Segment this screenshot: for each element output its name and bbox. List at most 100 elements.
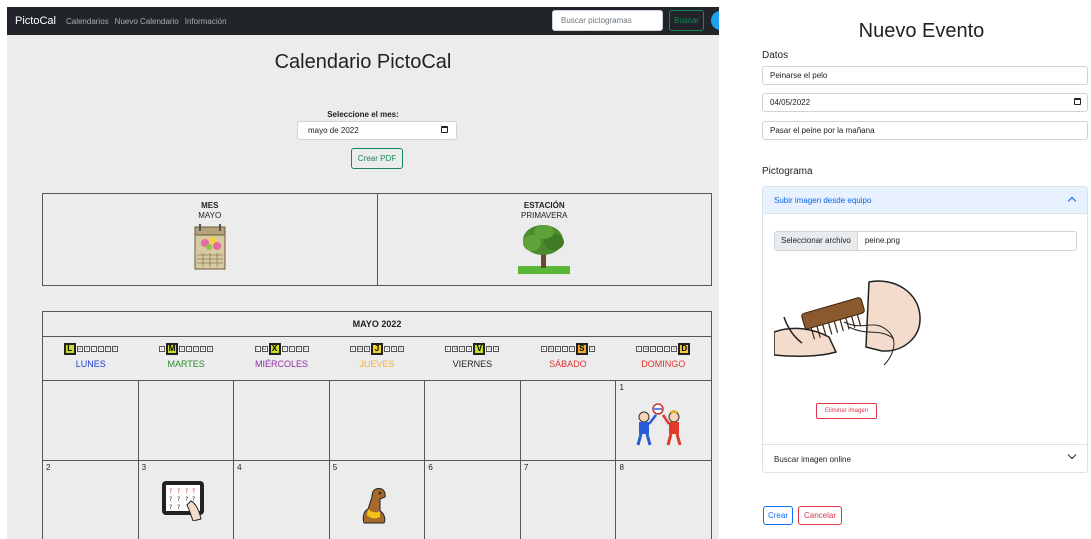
comb-hair-icon (774, 280, 921, 366)
calendar-icon[interactable] (441, 126, 448, 133)
weekday-letter: M (166, 343, 179, 355)
season-header: ESTACIÓN (523, 201, 565, 210)
calendar-flowers-icon (194, 224, 226, 270)
brand-logo[interactable]: PictoCal (15, 15, 56, 27)
svg-text:?: ? (177, 496, 180, 503)
avatar[interactable]: F (711, 11, 719, 30)
calendar-day-cell[interactable]: 1 (615, 381, 711, 460)
datos-label: Datos (762, 50, 789, 61)
nav-link-nuevo-calendario[interactable]: Nuevo Calendario (115, 17, 179, 26)
calendar-day-cell[interactable]: 7 (519, 461, 616, 539)
weekday-letter: J (466, 346, 473, 352)
weekday-letter: D (207, 346, 214, 352)
screen: PictoCal Calendarios Nuevo Calendario In… (0, 0, 1091, 539)
svg-text:?: ? (185, 496, 188, 503)
calendar-day-cell[interactable]: 3?????????? (137, 461, 234, 539)
weekday-letter: D (397, 346, 404, 352)
event-pictogram[interactable]: ?????????? (161, 479, 209, 526)
weekday-name: JUEVES (359, 359, 395, 369)
event-date-field[interactable]: 04/05/2022 (762, 93, 1088, 112)
new-event-panel: Nuevo Evento Datos Peinarse el pelo 04/0… (752, 0, 1091, 539)
month-picker-value: mayo de 2022 (308, 126, 359, 135)
svg-text:?: ? (169, 504, 172, 511)
weekday-header: L M X J V S D DOMINGO (616, 337, 711, 380)
navbar: PictoCal Calendarios Nuevo Calendario In… (7, 7, 719, 35)
event-date-value: 04/05/2022 (770, 98, 811, 107)
svg-text:?: ? (177, 504, 180, 511)
search-button[interactable]: Buscar (669, 10, 704, 31)
weekday-name: LUNES (75, 359, 106, 369)
weekday-letter: M (261, 346, 268, 352)
day-number: 5 (332, 463, 338, 472)
calendar-day-cell[interactable]: 8 (615, 461, 711, 539)
weekday-letter: L (254, 346, 261, 352)
weekday-letter: V (193, 346, 200, 352)
calendar-day-cell[interactable] (233, 381, 329, 460)
day-number: 8 (619, 463, 624, 472)
nav-link-informacion[interactable]: Información (185, 17, 227, 26)
weekday-letter: D (588, 346, 595, 352)
weekday-letter: M (547, 346, 554, 352)
weekday-strip-icon: LMXJVSD (234, 343, 329, 355)
select-file-button[interactable]: Seleccionar archivo (775, 232, 858, 250)
weekday-letter: J (281, 346, 288, 352)
day-number: 1 (619, 383, 624, 392)
app-panel: PictoCal Calendarios Nuevo Calendario In… (7, 7, 719, 539)
calendar-day-cell[interactable]: 4 (233, 461, 329, 539)
weekday-header: L M X J V S D LUNES (43, 337, 138, 380)
pictograma-label: Pictograma (762, 166, 813, 177)
calendar-day-cell[interactable] (328, 381, 425, 460)
weekday-strip-icon: LMXJVSD (138, 343, 233, 355)
week-row-2: 2 3?????????? 4 5 6 7 8 (43, 461, 711, 539)
remove-image-button[interactable]: Eliminar imagen (816, 403, 877, 419)
nav-link-calendarios[interactable]: Calendarios (66, 17, 109, 26)
weekday-letter: S (486, 346, 493, 352)
search-online-label: Buscar imagen online (774, 455, 851, 464)
week-row-1: 1 (43, 381, 711, 461)
event-name-field[interactable]: Peinarse el pelo (762, 66, 1088, 85)
calendar-day-cell[interactable]: 5 (328, 461, 425, 539)
weekday-letter: J (561, 346, 568, 352)
cancel-button[interactable]: Cancelar (798, 506, 842, 525)
search-online-accordion-header[interactable]: Buscar imagen online (763, 444, 1087, 473)
weekday-letter: L (349, 346, 356, 352)
search-input[interactable]: Buscar pictogramas (552, 10, 663, 31)
calendar-day-cell[interactable] (43, 381, 138, 460)
svg-text:?: ? (177, 488, 180, 495)
file-input[interactable]: Seleccionar archivo peine.png (774, 231, 1077, 251)
weekday-letter: M (452, 346, 459, 352)
upload-accordion-header[interactable]: Subir imagen desde equipo (763, 187, 1087, 214)
weekday-name: MIÉRCOLES (255, 359, 309, 369)
weekday-letter: V (383, 346, 390, 352)
weekday-letter: X (459, 346, 466, 352)
weekday-strip-icon: LMXJVSD (329, 343, 424, 355)
weekday-letter: J (370, 343, 383, 355)
weekday-name: VIERNES (452, 359, 493, 369)
calendar-grid: MAYO 2022 L M X J V S D LUNES L M X J V S D MARTES L M X J V… (42, 311, 712, 539)
weekday-letter: D (111, 346, 118, 352)
calendar-day-cell[interactable] (519, 381, 616, 460)
weekday-letter: S (104, 346, 111, 352)
event-pictogram[interactable] (632, 401, 686, 452)
weekday-header: L M X J V S D MIÉRCOLES (234, 337, 329, 380)
calendar-day-cell[interactable] (424, 381, 520, 460)
event-description-field[interactable]: Pasar el peine por la mañana (762, 121, 1088, 140)
weekday-name: MARTES (167, 359, 205, 369)
weekday-letter: L (445, 346, 452, 352)
create-pdf-button[interactable]: Crear PDF (351, 148, 403, 169)
weekday-letter: V (288, 346, 295, 352)
calendar-day-cell[interactable]: 6 (424, 461, 520, 539)
chevron-down-icon (1067, 450, 1077, 460)
calendar-icon[interactable] (1074, 98, 1081, 105)
create-button[interactable]: Crear (763, 506, 793, 525)
weekday-strip-icon: LMXJVSD (616, 343, 711, 355)
weekday-letter: X (363, 346, 370, 352)
month-picker[interactable]: mayo de 2022 (297, 121, 457, 140)
weekday-letter: J (657, 346, 664, 352)
event-pictogram[interactable] (358, 485, 390, 530)
weekday-letter: D (493, 346, 500, 352)
svg-text:?: ? (169, 496, 172, 503)
calendar-day-cell[interactable] (137, 381, 234, 460)
day-number: 6 (428, 463, 433, 472)
calendar-day-cell[interactable]: 2 (43, 461, 138, 539)
